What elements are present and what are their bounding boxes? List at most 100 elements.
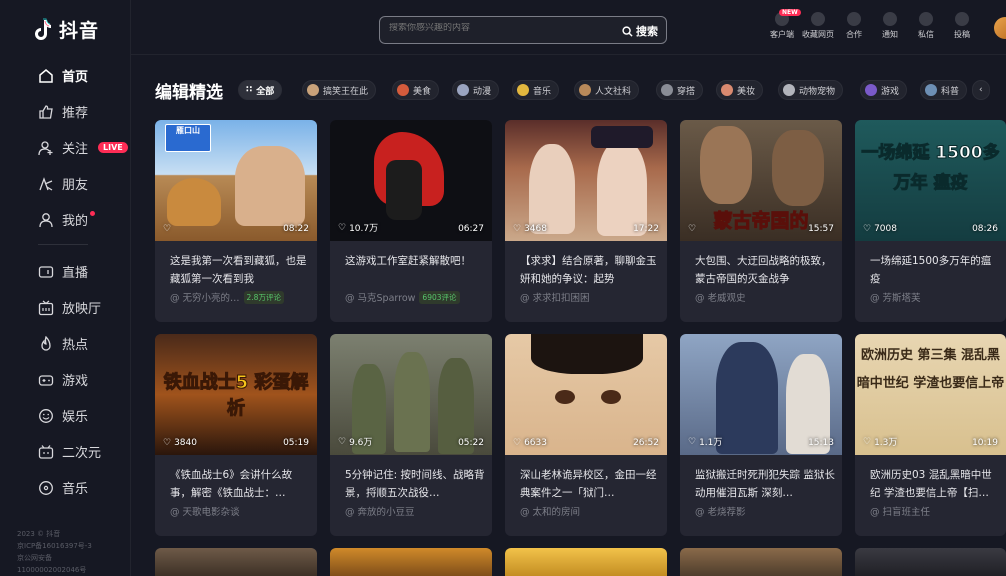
video-thumbnail[interactable]: ♡ 1.1万 15:13: [680, 334, 842, 455]
chip-avatar: [579, 84, 591, 96]
video-card-partial[interactable]: [330, 548, 492, 576]
video-title[interactable]: 5分钟记住: 按时间线、战略背景，捋顺五次战役…: [345, 466, 485, 502]
video-card[interactable]: 铁血战士5 彩蛋解析 ♡ 3840 05:19 《铁血战士6》会讲什么故事，解密《…: [155, 334, 317, 536]
video-thumbnail[interactable]: 蒙古帝国的 ♡ 15:57: [680, 120, 842, 241]
notification-dot: [90, 211, 96, 216]
chip-label: 游戏: [881, 86, 900, 97]
video-card[interactable]: ♡ 6633 26:52 深山老林诡异校区，金田一经典案件之一「狱门… @ 太和的…: [505, 334, 667, 536]
video-author[interactable]: @ 芳斯塔芙: [870, 290, 921, 304]
chip-science[interactable]: 科普: [920, 80, 968, 100]
video-card[interactable]: 欧洲历史 第三集 混乱黑暗中世纪 学渣也要信上帝 ♡ 1.3万 10:19 欧洲历…: [855, 334, 1006, 536]
video-thumbnail[interactable]: ♡ 6633 26:52: [505, 334, 667, 455]
chip-comedy[interactable]: 搞笑王在此: [302, 80, 377, 100]
video-title[interactable]: 欧洲历史03 混乱黑暗中世纪 学渣也要信上帝【扫…: [870, 466, 1000, 502]
message-icon: [919, 12, 933, 26]
video-author[interactable]: @ 天歌电影杂谈: [170, 504, 240, 518]
video-title[interactable]: 大包围、大迂回战略的极致，蒙古帝国的灭金战争: [695, 252, 835, 288]
video-author[interactable]: @ 奔放的小豆豆: [345, 504, 415, 518]
sidebar-item-anime[interactable]: 二次元: [38, 442, 101, 461]
chip-games[interactable]: 游戏: [860, 80, 908, 100]
chip-avatar: [457, 84, 469, 96]
sidebar-item-hot[interactable]: 热点: [38, 334, 88, 353]
logo[interactable]: 抖音: [33, 16, 99, 43]
chip-beauty[interactable]: 美妆: [716, 80, 764, 100]
video-author[interactable]: @ 马克Sparrow 6903评论: [345, 290, 460, 304]
video-duration: 17:22: [633, 224, 659, 234]
video-card[interactable]: ♡ 1.1万 15:13 监狱搬迁时死刑犯失踪 监狱长动用催泪瓦斯 深刻… @ 老…: [680, 334, 842, 536]
video-card[interactable]: 蒙古帝国的 ♡ 15:57 大包围、大迂回战略的极致，蒙古帝国的灭金战争 @ 老…: [680, 120, 842, 322]
video-author[interactable]: @ 老烧荐影: [695, 504, 746, 518]
video-title[interactable]: 深山老林诡异校区，金田一经典案件之一「狱门…: [520, 466, 660, 502]
video-title[interactable]: 这是我第一次看到藏狐，也是藏狐第一次看到我: [170, 252, 310, 288]
chip-fashion[interactable]: 穿搭: [656, 80, 704, 100]
video-thumbnail[interactable]: ♡ 9.6万 05:22: [330, 334, 492, 455]
chips-prev-button[interactable]: ‹: [972, 80, 990, 100]
video-thumbnail[interactable]: 铁血战士5 彩蛋解析 ♡ 3840 05:19: [155, 334, 317, 455]
video-card-partial[interactable]: [155, 548, 317, 576]
video-author[interactable]: @ 老威观史: [695, 290, 746, 304]
sidebar-item-home[interactable]: 首页: [38, 66, 88, 85]
sidebar-item-recommend[interactable]: 推荐: [38, 102, 88, 121]
video-author[interactable]: @ 扫盲班主任: [870, 504, 930, 518]
header-cooperation[interactable]: 合作: [837, 12, 871, 40]
sidebar-item-friends[interactable]: 朋友: [38, 174, 88, 193]
header-bookmark[interactable]: 收藏网页: [801, 12, 835, 40]
police-record-text[interactable]: 京公网安备: [17, 552, 92, 564]
header-messages[interactable]: 私信: [909, 12, 943, 40]
header-notifications[interactable]: 通知: [873, 12, 907, 40]
video-title[interactable]: 【求求】结合原著，聊聊金玉妍和她的争议：起势: [520, 252, 660, 288]
chip-label: 人文社科: [595, 86, 632, 97]
sidebar-item-cinema[interactable]: 放映厅: [38, 298, 101, 317]
chip-humanities[interactable]: 人文社科: [574, 80, 640, 100]
video-card[interactable]: 雁口山 ♡ 08:22 这是我第一次看到藏狐，也是藏狐第一次看到我 @ 无穷小亮…: [155, 120, 317, 322]
video-title[interactable]: 监狱搬迁时死刑犯失踪 监狱长动用催泪瓦斯 深刻…: [695, 466, 835, 502]
video-thumbnail[interactable]: 欧洲历史 第三集 混乱黑暗中世纪 学渣也要信上帝 ♡ 1.3万 10:19: [855, 334, 1006, 455]
video-card[interactable]: ♡ 3468 17:22 【求求】结合原著，聊聊金玉妍和她的争议：起势 @ 求求扣…: [505, 120, 667, 322]
chip-music[interactable]: 音乐: [512, 80, 560, 100]
chip-pets[interactable]: 动物宠物: [778, 80, 844, 100]
video-thumbnail[interactable]: ♡ 10.7万 06:27: [330, 120, 492, 241]
avatar[interactable]: [994, 17, 1006, 39]
search-input[interactable]: [389, 23, 589, 33]
header-upload[interactable]: 投稿: [945, 12, 979, 40]
officer-figure: [716, 342, 778, 454]
video-card-partial[interactable]: [505, 548, 667, 576]
heart-icon: ♡: [163, 438, 172, 448]
header-client[interactable]: NEW 客户端: [765, 9, 801, 40]
chip-all[interactable]: ∷ 全部: [238, 80, 283, 100]
likes-value: 6633: [524, 438, 547, 448]
search-button[interactable]: 搜索: [622, 23, 658, 39]
sidebar-item-entertainment[interactable]: 娱乐: [38, 406, 88, 425]
video-author[interactable]: @ 无穷小亮的… 2.8万评论: [170, 290, 284, 304]
video-card-partial[interactable]: [680, 548, 842, 576]
sidebar-item-live[interactable]: 直播: [38, 262, 88, 281]
video-title[interactable]: 这游戏工作室赶紧解散吧！: [345, 252, 485, 288]
likes-value: 3840: [174, 438, 197, 448]
header-notifications-label: 通知: [882, 30, 898, 39]
sidebar-item-me[interactable]: 我的: [38, 210, 101, 229]
video-duration: 15:57: [808, 224, 834, 234]
video-card-partial[interactable]: [855, 548, 1006, 576]
author-name: @ 老威观史: [695, 293, 746, 304]
sidebar-item-games[interactable]: 游戏: [38, 370, 88, 389]
chip-anime[interactable]: 动漫: [452, 80, 500, 100]
sidebar: 抖音 首页 推荐 关注 LIVE 朋友 我的 直播 放映厅 热点 游戏 娱乐 二…: [0, 0, 131, 576]
video-card[interactable]: 一场绵延 1500多万年 瘟疫 ♡ 7008 08:26 一场绵延1500多万年的…: [855, 120, 1006, 322]
likes-count: ♡ 7008: [863, 224, 897, 234]
video-title[interactable]: 《铁血战士6》会讲什么故事，解密《铁血战士：…: [170, 466, 310, 502]
video-thumbnail[interactable]: ♡ 3468 17:22: [505, 120, 667, 241]
sidebar-item-follow[interactable]: 关注 LIVE: [38, 138, 128, 157]
search-box[interactable]: 搜索: [379, 16, 667, 44]
video-card[interactable]: ♡ 9.6万 05:22 5分钟记住: 按时间线、战略背景，捋顺五次战役… @ 奔…: [330, 334, 492, 536]
video-thumbnail[interactable]: 雁口山 ♡ 08:22: [155, 120, 317, 241]
video-thumbnail[interactable]: 一场绵延 1500多万年 瘟疫 ♡ 7008 08:26: [855, 120, 1006, 241]
chip-food[interactable]: 美食: [392, 80, 440, 100]
video-author[interactable]: @ 求求扣扣困困: [520, 290, 590, 304]
sidebar-item-label: 关注: [62, 142, 89, 157]
sidebar-item-music[interactable]: 音乐: [38, 478, 88, 497]
video-title[interactable]: 一场绵延1500多万年的瘟疫: [870, 252, 1000, 288]
copyright-text: 2023 © 抖音: [17, 530, 61, 538]
icp-text[interactable]: 京ICP备16016397号-3: [17, 540, 92, 552]
video-author[interactable]: @ 太和的房间: [520, 504, 580, 518]
video-card[interactable]: ♡ 10.7万 06:27 这游戏工作室赶紧解散吧！ @ 马克Sparrow 690…: [330, 120, 492, 322]
